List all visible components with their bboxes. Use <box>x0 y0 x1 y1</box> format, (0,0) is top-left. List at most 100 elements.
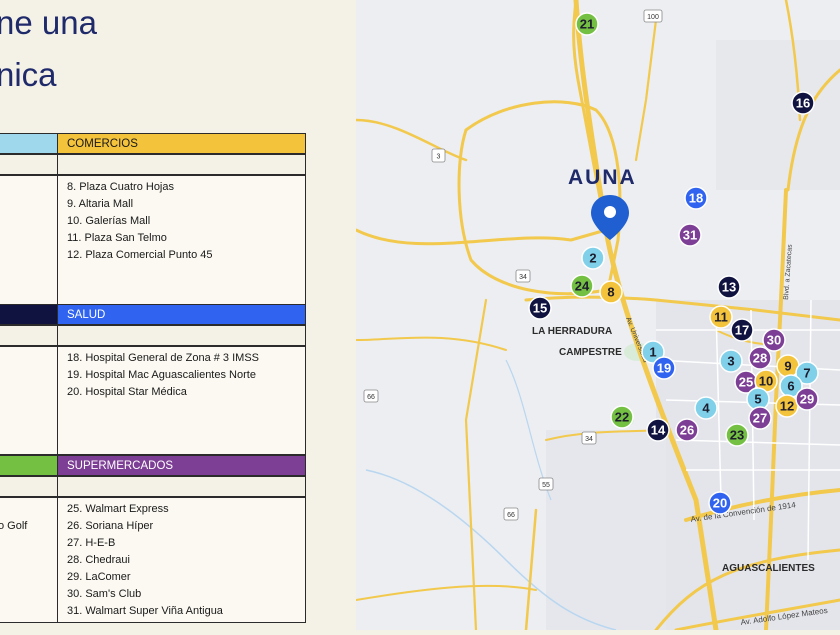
marker-label: 31 <box>683 228 697 243</box>
map-marker-24[interactable]: 24 <box>570 274 594 298</box>
info-panel: ne una nica COMERCIOS 8. Plaza Cuatro Ho… <box>0 0 356 630</box>
list-item-fragment: o Golf <box>0 520 28 532</box>
place-label-campestre: CAMPESTRE <box>559 347 622 358</box>
map-marker-27[interactable]: 27 <box>748 406 772 430</box>
marker-label: 3 <box>727 354 734 369</box>
svg-text:100: 100 <box>647 14 659 21</box>
marker-label: 17 <box>735 323 749 338</box>
svg-text:55: 55 <box>542 482 550 489</box>
heading-line-2: nica <box>0 56 57 93</box>
supermercados-list: 25. Walmart Express 26. Soriana Híper 27… <box>67 501 223 620</box>
svg-text:66: 66 <box>507 512 515 519</box>
green-body: o Golf <box>0 497 58 623</box>
map-marker-8[interactable]: 8 <box>599 280 623 304</box>
map-marker-12[interactable]: 12 <box>775 394 799 418</box>
marker-label: 19 <box>657 361 671 376</box>
marker-label: 14 <box>651 423 666 438</box>
supermercados-header: SUPERMERCADOS <box>57 455 306 476</box>
marker-label: 12 <box>780 399 794 414</box>
map-marker-23[interactable]: 23 <box>725 423 749 447</box>
map-marker-28[interactable]: 28 <box>748 346 772 370</box>
marker-label: 5 <box>754 392 761 407</box>
comercios-header: COMERCIOS <box>57 133 306 154</box>
road-shield: 3 <box>431 148 446 163</box>
map-marker-3[interactable]: 3 <box>719 349 743 373</box>
list-item: 27. H-E-B <box>67 537 116 549</box>
supermercados-body: 25. Walmart Express 26. Soriana Híper 27… <box>57 497 306 623</box>
marker-label: 1 <box>649 345 656 360</box>
comercios-body: 8. Plaza Cuatro Hojas 9. Altaria Mall 10… <box>57 175 306 305</box>
map-marker-2[interactable]: 2 <box>581 246 605 270</box>
road-shield: 100 <box>643 9 663 23</box>
list-item: 29. LaComer <box>67 571 131 583</box>
marker-label: 26 <box>680 423 694 438</box>
marker-label: 9 <box>784 359 791 374</box>
marker-label: 25 <box>739 375 753 390</box>
marker-label: 11 <box>714 310 728 325</box>
map-marker-4[interactable]: 4 <box>694 396 718 420</box>
map-marker-16[interactable]: 16 <box>791 91 815 115</box>
heading-line-1: ne una <box>0 4 97 41</box>
education-body <box>0 175 58 305</box>
map-marker-18[interactable]: 18 <box>684 186 708 210</box>
map-marker-15[interactable]: 15 <box>528 296 552 320</box>
marker-label: 30 <box>767 333 781 348</box>
map-marker-20[interactable]: 20 <box>708 491 732 515</box>
marker-label: 13 <box>722 280 736 295</box>
place-label-herradura: LA HERRADURA <box>532 326 612 337</box>
marker-label: 20 <box>713 496 727 511</box>
map-canvas[interactable]: 100 3 34 34 66 66 55 LA HERRADURA CAMPES… <box>354 0 840 633</box>
salud-body: 18. Hospital General de Zona # 3 IMSS 19… <box>57 346 306 455</box>
map-marker-31[interactable]: 31 <box>678 223 702 247</box>
list-item: 31. Walmart Super Viña Antigua <box>67 605 223 617</box>
list-item: 12. Plaza Comercial Punto 45 <box>67 249 213 261</box>
blank-cell <box>57 325 306 346</box>
marker-label: 28 <box>753 351 767 366</box>
marker-label: 7 <box>803 366 810 381</box>
blank-cell <box>0 325 58 346</box>
marker-label: 18 <box>689 191 703 206</box>
list-item: 19. Hospital Mac Aguascalientes Norte <box>67 369 256 381</box>
map-marker-13[interactable]: 13 <box>717 275 741 299</box>
education-header <box>0 133 58 154</box>
map-marker-17[interactable]: 17 <box>730 318 754 342</box>
list-item: 10. Galerías Mall <box>67 215 151 227</box>
salud-list: 18. Hospital General de Zona # 3 IMSS 19… <box>67 350 259 401</box>
map-marker-21[interactable]: 21 <box>575 12 599 36</box>
list-item: 8. Plaza Cuatro Hojas <box>67 181 174 193</box>
list-item: 18. Hospital General de Zona # 3 IMSS <box>67 352 259 364</box>
list-item: 28. Chedraui <box>67 554 130 566</box>
road-shield: 34 <box>515 269 531 283</box>
marker-label: 15 <box>533 301 547 316</box>
salud-header: SALUD <box>57 304 306 325</box>
blank-cell <box>0 476 58 497</box>
map-marker-22[interactable]: 22 <box>610 405 634 429</box>
map-marker-26[interactable]: 26 <box>675 418 699 442</box>
list-item: 30. Sam's Club <box>67 588 142 600</box>
map-marker-30[interactable]: 30 <box>762 328 786 352</box>
place-label-aguascalientes: AGUASCALIENTES <box>722 563 815 574</box>
map-marker-19[interactable]: 19 <box>652 356 676 380</box>
brand-logo: AUNA <box>568 166 637 189</box>
list-item: 11. Plaza San Telmo <box>67 232 167 244</box>
map-marker-14[interactable]: 14 <box>646 418 670 442</box>
marker-label: 16 <box>796 96 810 111</box>
road-shield: 66 <box>503 507 519 521</box>
marker-label: 6 <box>787 379 794 394</box>
marker-label: 27 <box>753 411 767 426</box>
map-panel[interactable]: 100 3 34 34 66 66 55 LA HERRADURA CAMPES… <box>354 0 840 633</box>
marker-label: 29 <box>800 392 814 407</box>
svg-text:34: 34 <box>519 274 527 281</box>
navy-header <box>0 304 58 325</box>
road-shield: 55 <box>538 477 554 491</box>
road-shield: 66 <box>363 389 379 403</box>
marker-label: 22 <box>615 410 629 425</box>
marker-label: 23 <box>730 428 744 443</box>
map-marker-29[interactable]: 29 <box>795 387 819 411</box>
list-item: 25. Walmart Express <box>67 503 169 515</box>
map-marker-11[interactable]: 11 <box>709 305 733 329</box>
marker-label: 24 <box>575 279 590 294</box>
marker-label: 4 <box>702 401 710 416</box>
svg-text:34: 34 <box>585 436 593 443</box>
blank-cell <box>0 154 58 175</box>
